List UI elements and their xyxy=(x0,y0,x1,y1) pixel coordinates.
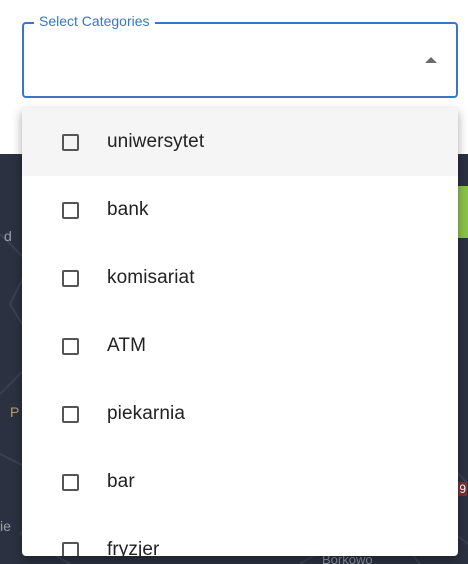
menu-item-label: ATM xyxy=(107,335,146,356)
map-label: ie xyxy=(0,518,11,534)
checkbox[interactable] xyxy=(62,337,79,355)
checkbox[interactable] xyxy=(62,473,79,491)
map-label: d xyxy=(4,228,12,244)
menu-item-label: uniwersytet xyxy=(107,131,205,152)
menu-item-uniwersytet[interactable]: uniwersytet xyxy=(22,108,458,176)
checkbox[interactable] xyxy=(62,269,79,287)
map-green-area xyxy=(458,186,468,238)
categories-select[interactable] xyxy=(22,22,458,98)
menu-item-label: piekarnia xyxy=(107,403,186,424)
menu-item-label: bank xyxy=(107,199,149,220)
menu-item-piekarnia[interactable]: piekarnia xyxy=(22,380,458,448)
checkbox[interactable] xyxy=(62,201,79,219)
menu-item-label: komisariat xyxy=(107,267,195,288)
checkbox[interactable] xyxy=(62,405,79,423)
menu-item-label: fryzjer xyxy=(107,539,160,556)
checkbox[interactable] xyxy=(62,133,79,151)
checkbox[interactable] xyxy=(62,541,79,556)
map-marker-label: 9 xyxy=(458,482,467,496)
triangle-up-icon[interactable] xyxy=(425,57,437,63)
menu-item-bank[interactable]: bank xyxy=(22,176,458,244)
select-label: Select Categories xyxy=(34,11,155,31)
menu-item-label: bar xyxy=(107,471,135,492)
categories-dropdown-menu: uniwersytet bank komisariat ATM piekarni… xyxy=(22,108,458,556)
map-label: P xyxy=(10,404,20,420)
menu-item-komisariat[interactable]: komisariat xyxy=(22,244,458,312)
menu-item-fryzjer[interactable]: fryzjer xyxy=(22,516,458,556)
menu-item-bar[interactable]: bar xyxy=(22,448,458,516)
menu-item-atm[interactable]: ATM xyxy=(22,312,458,380)
page-root: d P ie 9 Borkowo Select Categories uniwe… xyxy=(0,0,468,564)
